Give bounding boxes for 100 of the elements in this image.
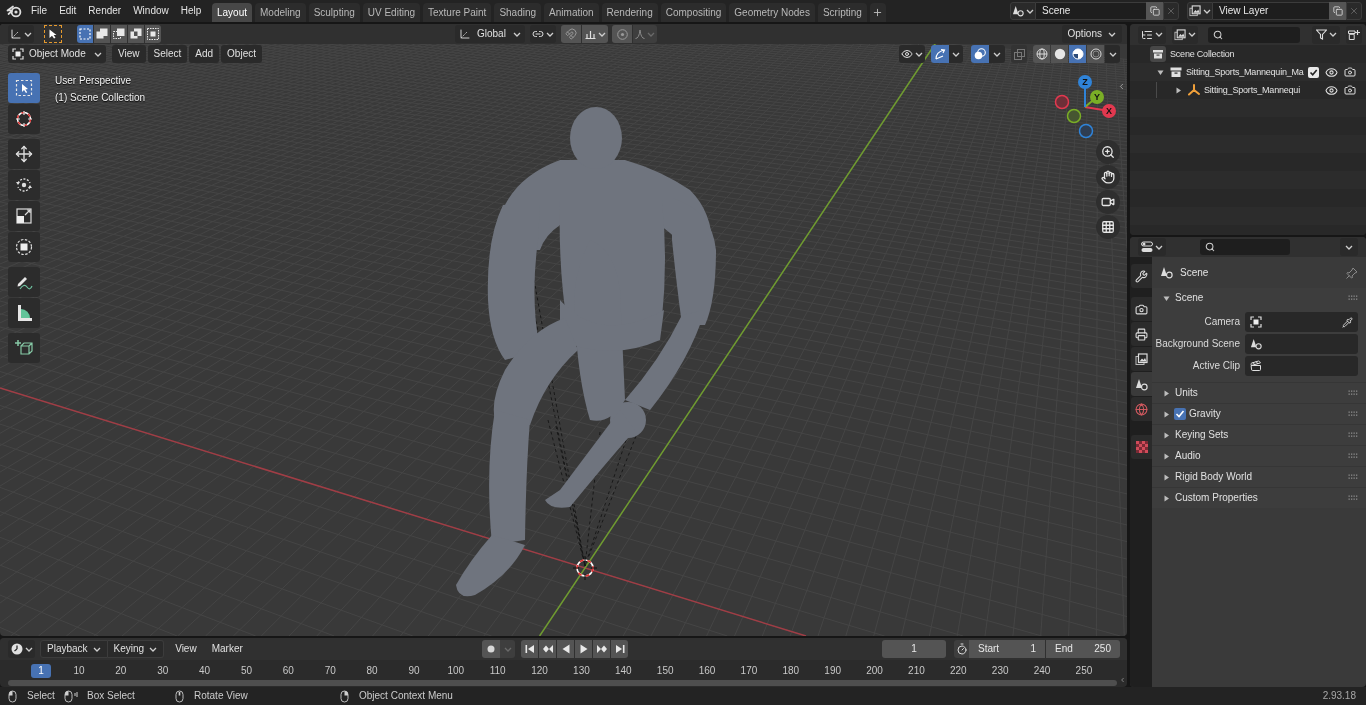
orientation-dropdown[interactable]: Global <box>455 25 525 43</box>
options-dropdown[interactable]: Options <box>1061 25 1122 43</box>
header-menu[interactable]: Object <box>221 45 262 63</box>
eye-icon[interactable] <box>1325 65 1338 79</box>
workspace-tab[interactable]: Scripting <box>817 3 867 22</box>
sidebar-toggle-icon[interactable] <box>1119 675 1126 685</box>
tool-button[interactable] <box>8 298 40 328</box>
visibility-dropdown[interactable] <box>899 45 925 63</box>
active-tool-button[interactable] <box>44 25 62 43</box>
triangle-right-icon[interactable] <box>1163 494 1170 502</box>
editor-type-button[interactable] <box>1138 238 1166 256</box>
preview-range-toggle[interactable] <box>954 640 969 658</box>
new-collection-button[interactable] <box>1346 25 1362 44</box>
start-frame-field[interactable]: Start 1 <box>969 640 1045 658</box>
editor-type-button[interactable] <box>8 640 35 658</box>
workspace-tab[interactable]: Sculpting <box>308 3 360 22</box>
camera-icon[interactable] <box>1344 84 1356 96</box>
triangle-down-icon[interactable] <box>1156 68 1164 76</box>
triangle-right-icon[interactable] <box>1174 86 1182 94</box>
menu-item[interactable]: Window <box>127 2 175 20</box>
workspace-tab[interactable]: Animation <box>544 3 599 22</box>
z-axis-handle[interactable]: Z <box>1078 75 1092 108</box>
workspace-tab[interactable]: Texture Paint <box>423 3 492 22</box>
negative-y-handle[interactable] <box>1066 108 1082 124</box>
display-mode-dropdown[interactable] <box>1138 25 1166 44</box>
playback-button[interactable] <box>539 640 556 658</box>
playback-button[interactable] <box>593 640 610 658</box>
tool-button[interactable] <box>8 333 40 363</box>
checked-checkbox-icon[interactable] <box>1308 66 1319 78</box>
search-field[interactable] <box>1200 239 1290 255</box>
mode-dropdown[interactable]: Object Mode <box>8 45 106 63</box>
properties-tab[interactable] <box>1131 347 1152 371</box>
triangle-right-icon[interactable] <box>1163 431 1170 439</box>
camera-icon[interactable] <box>1344 66 1356 78</box>
workspace-tab[interactable]: Rendering <box>601 3 658 22</box>
options-dropdown[interactable] <box>1340 238 1358 256</box>
menu-item[interactable]: Help <box>174 2 208 20</box>
properties-tab[interactable] <box>1131 297 1152 321</box>
shading-mode-button[interactable] <box>1033 45 1050 63</box>
outliner-item-label[interactable]: Sitting_Sports_Mannequin_Ma <box>1186 67 1304 77</box>
snap-toggle[interactable] <box>561 25 581 43</box>
header-menu[interactable]: View <box>112 45 146 63</box>
triangle-right-icon[interactable] <box>1163 473 1170 481</box>
outliner-item-label[interactable]: Sitting_Sports_Mannequi <box>1204 85 1300 95</box>
falloff-dropdown[interactable] <box>633 25 657 43</box>
duplicate-button[interactable] <box>1146 2 1163 20</box>
filter-options-dropdown[interactable] <box>1312 25 1340 44</box>
xray-toggle[interactable] <box>1011 45 1027 63</box>
auto-keying-toggle[interactable] <box>482 640 500 658</box>
workspace-tab[interactable]: Compositing <box>660 3 727 22</box>
timeline-dropdown[interactable]: Keying <box>107 640 165 658</box>
triangle-down-icon[interactable] <box>1163 294 1170 302</box>
shading-mode-button[interactable] <box>1069 45 1086 63</box>
camera-object-field[interactable] <box>1245 312 1358 332</box>
selection-mode-button[interactable] <box>111 25 127 43</box>
background-scene-field[interactable] <box>1245 334 1358 354</box>
overlays-options-dropdown[interactable] <box>989 45 1005 63</box>
triangle-right-icon[interactable] <box>1163 389 1170 397</box>
properties-tab[interactable] <box>1131 372 1152 396</box>
menu-item[interactable]: Edit <box>53 2 83 20</box>
tool-button[interactable] <box>8 170 40 200</box>
header-menu[interactable]: Marker <box>204 640 250 658</box>
properties-tab[interactable] <box>1131 322 1152 346</box>
header-menu[interactable]: Add <box>189 45 220 63</box>
zoom-button[interactable] <box>1096 140 1120 164</box>
timeline-dropdown[interactable]: Playback <box>40 640 108 658</box>
playback-button[interactable] <box>557 640 574 658</box>
proportional-editing-toggle[interactable] <box>612 25 632 43</box>
negative-z-handle[interactable] <box>1078 123 1094 139</box>
playback-button[interactable] <box>575 640 592 658</box>
properties-tab[interactable] <box>1131 264 1152 288</box>
checked-checkbox-icon[interactable] <box>1174 408 1186 420</box>
camera-view-button[interactable] <box>1096 190 1120 214</box>
workspace-tab[interactable]: UV Editing <box>362 3 420 22</box>
selection-mode-button[interactable] <box>94 25 110 43</box>
triangle-right-icon[interactable] <box>1163 452 1170 460</box>
projection-toggle-button[interactable] <box>1096 215 1120 239</box>
selection-mode-button[interactable] <box>128 25 144 43</box>
menu-item[interactable]: File <box>25 2 54 20</box>
tool-button[interactable] <box>8 201 40 231</box>
header-menu[interactable]: View <box>168 640 204 658</box>
scene-browse-button[interactable] <box>1010 2 1036 20</box>
shading-mode-button[interactable] <box>1087 45 1104 63</box>
app-logo-icon[interactable] <box>6 4 22 18</box>
shading-mode-button[interactable] <box>1051 45 1068 63</box>
tool-button[interactable] <box>8 139 40 169</box>
triangle-right-icon[interactable] <box>1163 410 1170 418</box>
end-frame-field[interactable]: End 250 <box>1046 640 1120 658</box>
movie-clip-field[interactable] <box>1245 356 1358 376</box>
shading-options-dropdown[interactable] <box>1105 45 1120 63</box>
search-field[interactable] <box>1208 26 1300 43</box>
workspace-tab[interactable]: Shading <box>494 3 542 22</box>
tool-button[interactable] <box>8 267 40 297</box>
outliner-item-label[interactable]: Scene Collection <box>1170 49 1235 59</box>
view-layer-name-field[interactable]: View Layer <box>1213 2 1329 20</box>
playback-button[interactable] <box>611 640 628 658</box>
view-layer-browse-button[interactable] <box>1187 2 1213 20</box>
playback-button[interactable] <box>521 640 538 658</box>
pin-icon[interactable] <box>1346 266 1358 279</box>
snap-target-dropdown[interactable] <box>582 25 608 43</box>
